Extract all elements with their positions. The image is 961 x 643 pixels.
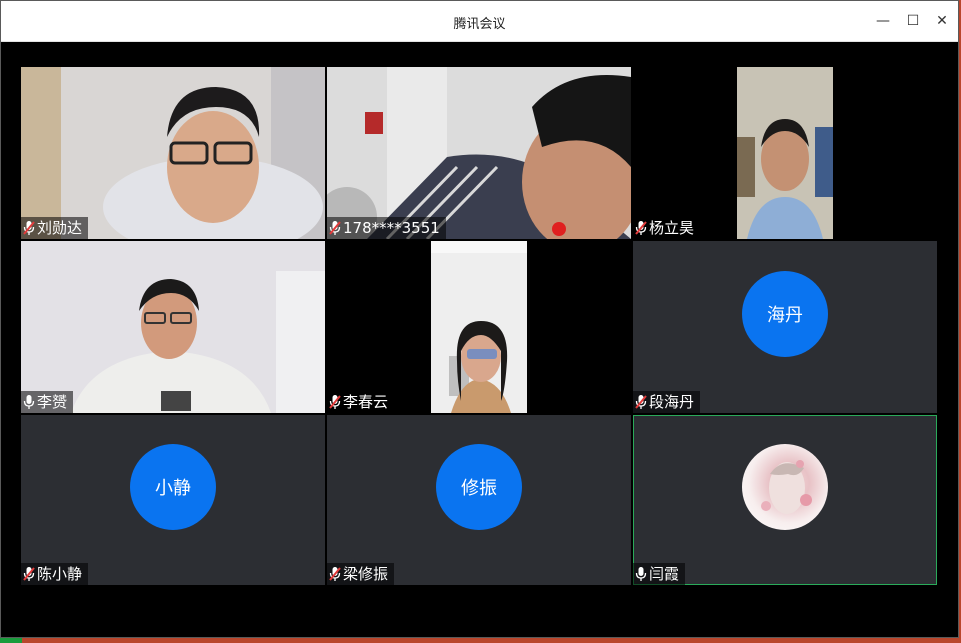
mic-muted-icon <box>329 221 341 235</box>
participant-name-tag: 杨立昊 <box>633 217 701 239</box>
video-image <box>21 67 325 239</box>
participant-tile[interactable]: 李赟 <box>21 241 325 413</box>
avatar-image <box>742 444 828 530</box>
mic-muted-icon <box>329 567 341 581</box>
participant-name: 178****3551 <box>343 219 440 237</box>
participant-name-tag: 陈小静 <box>21 563 89 585</box>
video-image <box>327 67 631 239</box>
mic-icon <box>635 567 647 581</box>
participant-name: 李赟 <box>37 393 68 411</box>
participant-name-tag: 梁修振 <box>327 563 395 585</box>
participant-name-tag: 闫霞 <box>633 563 686 585</box>
mic-muted-icon <box>635 221 647 235</box>
window-title: 腾讯会议 <box>453 17 506 32</box>
video-feed <box>431 241 527 413</box>
participant-name: 闫霞 <box>649 565 680 583</box>
mic-muted-icon <box>23 567 35 581</box>
maximize-button[interactable]: ☐ <box>903 11 923 31</box>
participant-tile-active-speaker[interactable]: 闫霞 <box>633 415 937 585</box>
participant-tile[interactable]: 小静 陈小静 <box>21 415 325 585</box>
taskbar-edge <box>0 638 22 643</box>
video-image <box>737 67 833 239</box>
mic-icon <box>23 395 35 409</box>
avatar: 小静 <box>130 444 216 530</box>
participant-tile[interactable]: 李春云 <box>327 241 631 413</box>
video-image <box>21 241 325 413</box>
participant-name: 段海丹 <box>649 393 695 411</box>
avatar: 修振 <box>436 444 522 530</box>
participant-tile[interactable]: 178****3551 <box>327 67 631 239</box>
avatar-portrait <box>761 460 812 514</box>
video-image <box>431 241 527 413</box>
video-feed <box>21 67 325 239</box>
video-feed <box>737 67 833 239</box>
minimize-button[interactable]: — <box>873 11 893 31</box>
participant-name: 杨立昊 <box>649 219 695 237</box>
video-feed <box>21 241 325 413</box>
mic-muted-icon <box>635 395 647 409</box>
video-feed <box>327 67 631 239</box>
avatar: 海丹 <box>742 271 828 357</box>
participant-name-tag: 178****3551 <box>327 217 446 239</box>
meeting-window: 腾讯会议 — ☐ ✕ 刘勋达 178****3551 杨立昊 李赟 李春云 海丹… <box>0 0 959 638</box>
participant-tile[interactable]: 杨立昊 <box>633 67 937 239</box>
participant-name-tag: 刘勋达 <box>21 217 89 239</box>
participant-tile[interactable]: 海丹 段海丹 <box>633 241 937 413</box>
mic-muted-icon <box>329 395 341 409</box>
mic-muted-icon <box>23 221 35 235</box>
participant-name: 梁修振 <box>343 565 389 583</box>
participant-name-tag: 李赟 <box>21 391 74 413</box>
title-bar: 腾讯会议 — ☐ ✕ <box>1 1 958 42</box>
participant-tile[interactable]: 刘勋达 <box>21 67 325 239</box>
close-button[interactable]: ✕ <box>932 11 952 31</box>
participant-name-tag: 段海丹 <box>633 391 701 413</box>
participant-name: 陈小静 <box>37 565 83 583</box>
participant-name: 李春云 <box>343 393 389 411</box>
participant-name-tag: 李春云 <box>327 391 395 413</box>
participant-name: 刘勋达 <box>37 219 83 237</box>
participant-tile[interactable]: 修振 梁修振 <box>327 415 631 585</box>
